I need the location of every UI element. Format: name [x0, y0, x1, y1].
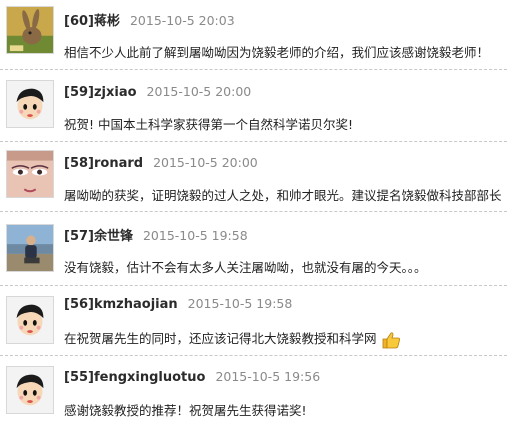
comment-text: 感谢饶毅教授的推荐！祝贺屠先生获得诺奖! [64, 403, 307, 418]
comment-time: 2015-10-5 19:56 [215, 369, 321, 384]
avatar-cartoon-boy-image[interactable] [6, 80, 54, 128]
comment-time: 2015-10-5 20:03 [129, 13, 235, 28]
comment-text: 在祝贺屠先生的同时，还应该记得北大饶毅教授和科学网 [64, 328, 401, 349]
comment-meta: [58]ronard 2015-10-5 20:00 [64, 155, 258, 171]
comment-text: 祝贺! 中国本土科学家获得第一个自然科学诺贝尔奖! [64, 117, 353, 132]
avatar-cartoon-boy-image[interactable] [6, 366, 54, 414]
comment-item: [56]kmzhaojian 2015-10-5 19:58 在祝贺屠先生的同时，… [0, 286, 507, 356]
comment-meta: [57]余世锋 2015-10-5 19:58 [64, 225, 248, 244]
comment-text: 相信不少人此前了解到屠呦呦因为饶毅老师的介绍，我们应该感谢饶毅老师！ [64, 45, 490, 60]
comment-item: [55]fengxingluotuo 2015-10-5 19:56 感谢饶毅教授… [0, 356, 507, 428]
comment-author[interactable]: [57]余世锋 [64, 229, 133, 244]
comment-time: 2015-10-5 20:00 [146, 84, 252, 99]
comment-meta: [59]zjxiao 2015-10-5 20:00 [64, 84, 251, 100]
avatar-cartoon-boy-image[interactable] [6, 296, 54, 344]
comment-text-content: 在祝贺屠先生的同时，还应该记得北大饶毅教授和科学网 [64, 331, 377, 346]
comment-item: [60]蒋彬 2015-10-5 20:03 相信不少人此前了解到屠呦呦因为饶毅老… [0, 0, 507, 70]
comment-item: [58]ronard 2015-10-5 20:00 屠呦呦的获奖，证明饶毅的过人… [0, 142, 507, 212]
comment-meta: [55]fengxingluotuo 2015-10-5 19:56 [64, 369, 320, 385]
comment-author[interactable]: [58]ronard [64, 156, 143, 171]
comment-author[interactable]: [55]fengxingluotuo [64, 370, 205, 385]
avatar-face-closeup-image[interactable] [6, 150, 54, 198]
comment-time: 2015-10-5 19:58 [142, 228, 248, 243]
comment-item: [59]zjxiao 2015-10-5 20:00 祝贺! 中国本土科学家获得第… [0, 70, 507, 142]
comment-item: [57]余世锋 2015-10-5 19:58 没有饶毅，估计不会有太多人关注屠呦… [0, 212, 507, 286]
comment-author[interactable]: [56]kmzhaojian [64, 297, 178, 312]
comment-time: 2015-10-5 19:58 [187, 296, 293, 311]
avatar-person-photo-image[interactable] [6, 224, 54, 272]
comment-text: 屠呦呦的获奖，证明饶毅的过人之处，和帅才眼光。建议提名饶毅做科技部部长 [64, 188, 502, 203]
comment-author[interactable]: [60]蒋彬 [64, 14, 120, 29]
thumbs-up-icon [381, 331, 401, 349]
avatar-rabbit-image[interactable] [6, 6, 54, 54]
comment-meta: [56]kmzhaojian 2015-10-5 19:58 [64, 296, 292, 312]
comment-author[interactable]: [59]zjxiao [64, 85, 137, 100]
comment-text: 没有饶毅，估计不会有太多人关注屠呦呦，也就没有屠的今天。。。 [64, 260, 427, 275]
comment-time: 2015-10-5 20:00 [153, 155, 258, 170]
comment-meta: [60]蒋彬 2015-10-5 20:03 [64, 10, 235, 29]
